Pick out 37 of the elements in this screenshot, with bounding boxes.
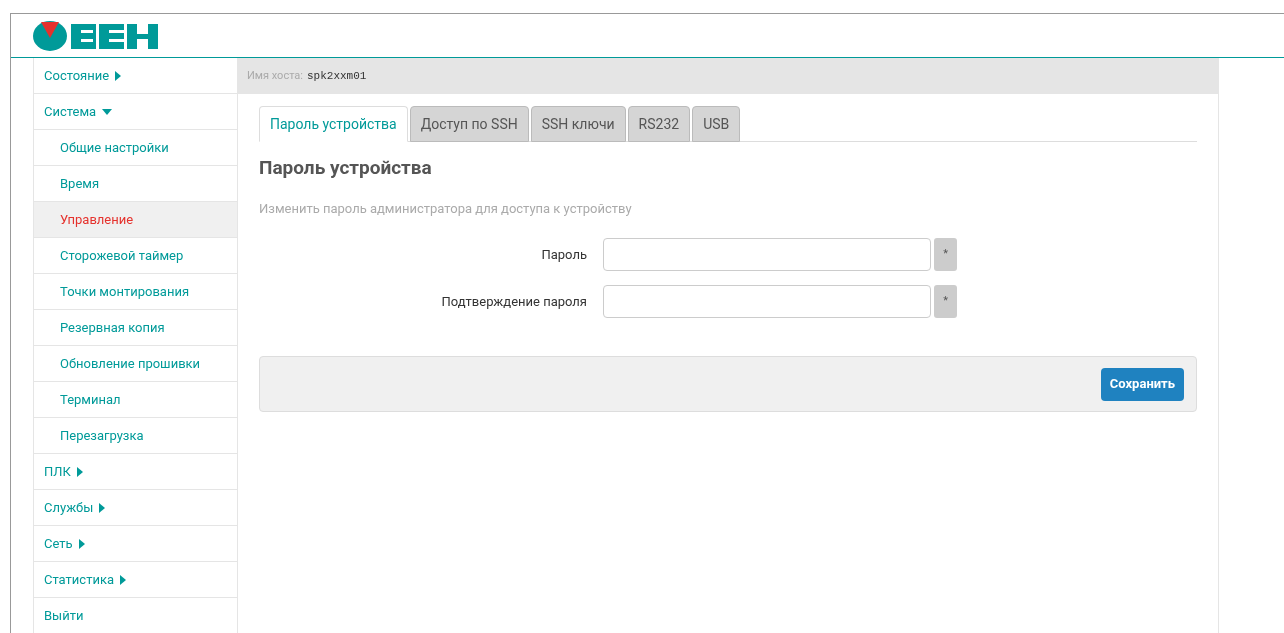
required-marker: * xyxy=(934,285,957,318)
sidebar-item[interactable]: Службы xyxy=(34,490,237,526)
caret-down-icon xyxy=(102,108,113,115)
host-name: spk2xxm01 xyxy=(307,68,367,84)
sidebar-subitem[interactable]: Обновление прошивки xyxy=(34,346,237,382)
password-field[interactable] xyxy=(603,285,931,318)
caret-right-icon xyxy=(76,466,83,477)
tab[interactable]: RS232 xyxy=(627,106,691,142)
caret-right-icon xyxy=(78,538,85,549)
sidebar-item[interactable]: Статистика xyxy=(34,562,237,598)
sidebar-subitem[interactable]: Общие настройки xyxy=(34,130,237,166)
tab[interactable]: Доступ по SSH xyxy=(409,106,529,142)
caret-right-icon xyxy=(120,574,126,585)
password-field[interactable] xyxy=(603,238,931,271)
sidebar-item[interactable]: Сеть xyxy=(34,526,237,562)
sidebar-item[interactable]: Система xyxy=(34,94,237,130)
sidebar-item[interactable]: Выйти xyxy=(34,598,237,633)
field-label: Подтверждение пароля xyxy=(440,292,587,311)
caret-right-icon xyxy=(99,502,106,513)
tab[interactable]: SSH ключи xyxy=(530,106,626,142)
sidebar-subitem[interactable]: Резервная копия xyxy=(34,310,237,346)
sidebar-subitem[interactable]: Терминал xyxy=(34,382,237,418)
section-heading: Пароль устройства xyxy=(259,155,433,181)
save-button[interactable]: Сохранить xyxy=(1100,367,1184,401)
sidebar-subitem[interactable]: Точки монтирования xyxy=(34,274,237,310)
host-label: Имя хоста: xyxy=(247,67,303,84)
caret-right-icon xyxy=(115,70,122,81)
sidebar-item[interactable]: ПЛК xyxy=(34,454,237,490)
sidebar-subitem[interactable]: Перезагрузка xyxy=(34,418,237,454)
tab[interactable]: Пароль устройства xyxy=(259,106,408,142)
sidebar-subitem[interactable]: Сторожевой таймер xyxy=(34,238,237,274)
required-marker: * xyxy=(934,238,957,271)
tab[interactable]: USB xyxy=(692,106,741,142)
sidebar-subitem[interactable]: Управление xyxy=(34,202,237,238)
section-description: Изменить пароль администратора для доступа к устройству xyxy=(259,199,633,218)
sidebar-item[interactable]: Состояние xyxy=(34,58,237,94)
field-label: Пароль xyxy=(540,245,587,264)
